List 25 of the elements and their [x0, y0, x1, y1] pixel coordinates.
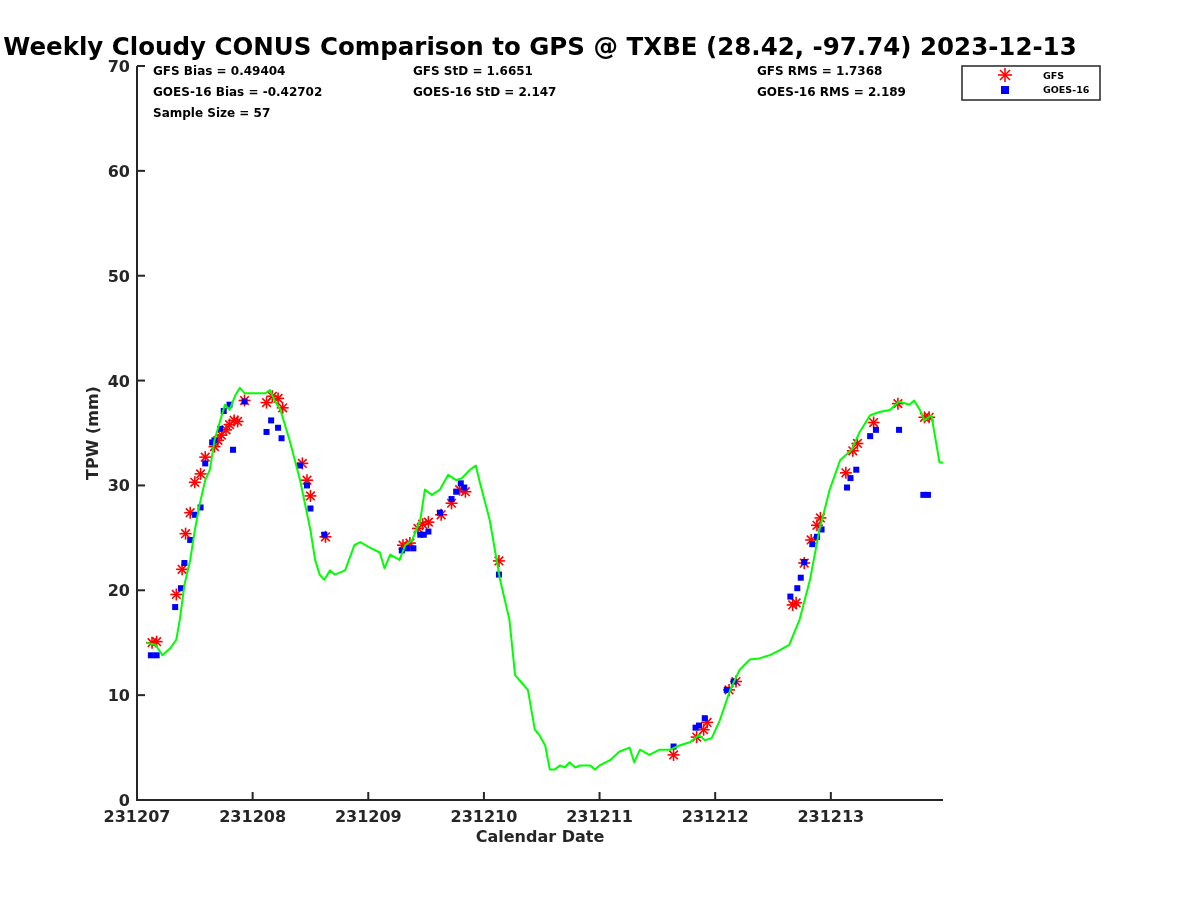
x-tick-label: 231207 [103, 807, 171, 826]
statistic-text: GOES-16 RMS = 2.189 [757, 85, 906, 99]
y-tick-label: 40 [107, 371, 130, 391]
x-axis-label: Calendar Date [475, 827, 605, 846]
y-axis-label: TPW (mm) [83, 386, 102, 480]
x-tick-label: 231209 [334, 807, 402, 826]
statistic-text: GFS StD = 1.6651 [413, 64, 533, 78]
legend-label: GFS [1043, 70, 1065, 81]
statistic-text: Sample Size = 57 [153, 106, 271, 120]
x-tick-label: 231208 [219, 807, 287, 826]
y-tick-label: 50 [107, 266, 130, 286]
statistic-text: GFS Bias = 0.49404 [153, 64, 286, 78]
legend-label: GOES-16 [1043, 84, 1090, 95]
statistic-text: GFS RMS = 1.7368 [757, 64, 883, 78]
y-tick-label: 30 [107, 476, 130, 496]
statistic-text: GOES-16 Bias = -0.42702 [153, 85, 323, 99]
x-tick-label: 231210 [450, 807, 518, 826]
x-tick-label: 231211 [566, 807, 633, 826]
y-tick-label: 60 [107, 161, 130, 181]
y-tick-label: 10 [107, 686, 130, 706]
x-tick-label: 231213 [797, 807, 865, 826]
y-tick-label: 0 [118, 791, 130, 810]
x-tick-label: 231212 [681, 807, 749, 826]
statistic-text: GOES-16 StD = 2.147 [413, 85, 557, 99]
y-tick-label: 20 [107, 581, 130, 601]
